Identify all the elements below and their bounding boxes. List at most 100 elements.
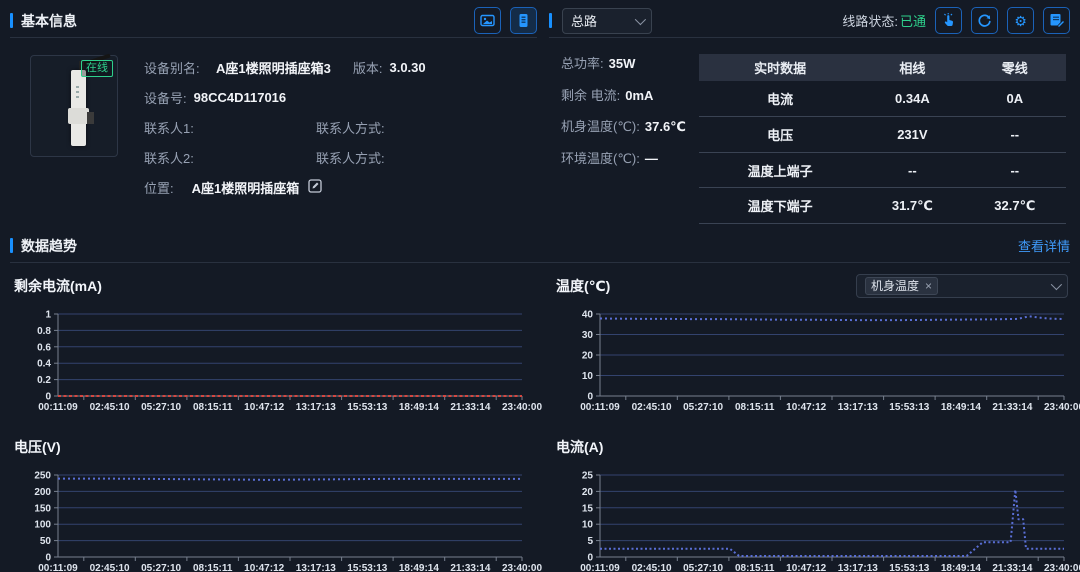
svg-text:23:40:00: 23:40:00 (502, 402, 542, 413)
sn-label: 设备号: (144, 88, 187, 107)
svg-text:0.2: 0.2 (37, 375, 51, 386)
basic-info-header: 基本信息 (10, 4, 537, 38)
svg-text:13:17:13: 13:17:13 (296, 402, 336, 413)
chart-title: 电压(V) (14, 437, 61, 457)
line-selector-dropdown[interactable]: 总路 (562, 8, 652, 34)
chart-title: 剩余电流(mA) (14, 276, 102, 296)
basic-info-title: 基本信息 (21, 11, 77, 31)
svg-text:0.6: 0.6 (37, 342, 51, 353)
location-label: 位置: (144, 178, 174, 197)
svg-text:08:15:11: 08:15:11 (735, 563, 775, 572)
device-image-button[interactable] (474, 7, 501, 34)
svg-text:15:53:13: 15:53:13 (347, 402, 387, 413)
line-data-card: 总路 线路状态: 已通 (549, 4, 1070, 224)
svg-text:0: 0 (45, 392, 51, 403)
metric-residual-current: 剩余 电流:0mA (561, 86, 699, 106)
svg-text:13:17:13: 13:17:13 (838, 402, 878, 413)
line-data-header: 总路 线路状态: 已通 (549, 4, 1070, 38)
sn-value: 98CC4D117016 (194, 90, 287, 105)
svg-text:00:11:09: 00:11:09 (580, 402, 620, 413)
line-metrics: 总功率:35W 剩余 电流:0mA 机身温度(℃):37.6℃ 环境温度(℃):… (561, 54, 699, 224)
svg-text:08:15:11: 08:15:11 (735, 402, 775, 413)
svg-text:200: 200 (34, 487, 51, 498)
line-status-label: 线路状态: (842, 11, 898, 30)
svg-text:02:45:10: 02:45:10 (90, 402, 130, 413)
svg-text:250: 250 (34, 471, 51, 482)
svg-text:05:27:10: 05:27:10 (141, 563, 181, 572)
svg-text:02:45:10: 02:45:10 (632, 402, 672, 413)
svg-text:0: 0 (587, 392, 593, 403)
svg-text:10: 10 (582, 520, 594, 531)
refresh-icon (977, 13, 992, 28)
current-plot: 051015202500:11:0902:45:1005:27:1008:15:… (556, 469, 1072, 572)
svg-text:0: 0 (587, 553, 593, 564)
svg-text:18:49:14: 18:49:14 (941, 402, 981, 413)
line-status-value: 已通 (900, 11, 926, 30)
th-neutral: 零线 (964, 54, 1066, 81)
device-photo: 在线 (30, 55, 118, 157)
contact1-method-label: 联系人方式: (316, 118, 385, 137)
settings-button[interactable]: ⚙ (1007, 7, 1034, 34)
touch-icon (941, 13, 956, 28)
svg-text:10: 10 (582, 371, 594, 382)
table-row: 电流 0.34A 0A (699, 81, 1066, 117)
image-icon (480, 13, 495, 28)
alias-label: 设备别名: (144, 58, 200, 77)
chart-title: 温度(℃) (556, 276, 610, 296)
line-status: 线路状态: 已通 (842, 11, 926, 30)
section-accent-bar (10, 238, 13, 253)
temperature-series-select[interactable]: 机身温度 × (856, 274, 1068, 298)
svg-text:5: 5 (587, 536, 593, 547)
svg-text:0: 0 (45, 553, 51, 564)
device-info-fields: 设备别名: A座1楼照明插座箱3 版本: 3.0.30 设备号: 98CC4D1… (144, 55, 533, 208)
metric-body-temp: 机身温度(℃):37.6℃ (561, 117, 699, 137)
realtime-area: 总功率:35W 剩余 电流:0mA 机身温度(℃):37.6℃ 环境温度(℃):… (549, 38, 1070, 224)
device-detail-page: 基本信息 (0, 0, 1080, 572)
svg-text:10:47:12: 10:47:12 (786, 402, 826, 413)
chevron-down-icon (1051, 279, 1062, 290)
svg-text:23:40:00: 23:40:00 (1044, 563, 1080, 572)
svg-text:18:49:14: 18:49:14 (399, 563, 439, 572)
chart-voltage: 电压(V) 05010015020025000:11:0902:45:1005:… (14, 434, 530, 572)
version-label: 版本: (353, 58, 383, 77)
chart-current: 电流(A) 051015202500:11:0902:45:1005:27:10… (556, 434, 1072, 572)
svg-text:02:45:10: 02:45:10 (632, 563, 672, 572)
edit-location-button[interactable] (308, 179, 322, 196)
section-accent-bar (10, 13, 13, 28)
svg-text:18:49:14: 18:49:14 (941, 563, 981, 572)
svg-text:00:11:09: 00:11:09 (38, 563, 78, 572)
metric-total-power: 总功率:35W (561, 54, 699, 74)
voltage-plot: 05010015020025000:11:0902:45:1005:27:100… (14, 469, 530, 572)
table-header-row: 实时数据 相线 零线 (699, 54, 1066, 81)
gear-icon: ⚙ (1014, 14, 1027, 28)
top-row: 基本信息 (10, 4, 1070, 224)
svg-text:50: 50 (40, 536, 52, 547)
svg-text:21:33:14: 21:33:14 (450, 563, 490, 572)
residual-current-plot: 00.20.40.60.8100:11:0902:45:1005:27:1008… (14, 308, 530, 414)
svg-text:0.8: 0.8 (37, 326, 51, 337)
svg-text:08:15:11: 08:15:11 (193, 563, 233, 572)
chart-residual-current: 剩余电流(mA) 00.20.40.60.8100:11:0902:45:100… (14, 273, 530, 414)
svg-text:15:53:13: 15:53:13 (889, 402, 929, 413)
svg-text:00:11:09: 00:11:09 (580, 563, 620, 572)
svg-text:40: 40 (582, 310, 594, 321)
manual-control-button[interactable] (935, 7, 962, 34)
device-view-button[interactable] (510, 7, 537, 34)
view-details-link[interactable]: 查看详情 (1018, 236, 1070, 255)
selected-series-tag: 机身温度 × (865, 277, 938, 295)
refresh-button[interactable] (971, 7, 998, 34)
online-status-badge: 在线 (81, 60, 113, 77)
remove-tag-icon[interactable]: × (925, 278, 932, 294)
report-button[interactable] (1043, 7, 1070, 34)
svg-text:00:11:09: 00:11:09 (38, 402, 78, 413)
basic-info-card: 基本信息 (10, 4, 537, 224)
device-area: 在线 设备别名: A座1楼照明插座箱3 版本: 3.0.30 设备号: 98CC… (10, 38, 537, 208)
realtime-table: 实时数据 相线 零线 电流 0.34A 0A 电压 23 (699, 54, 1066, 224)
contact1-label: 联系人1: (144, 118, 194, 137)
svg-text:100: 100 (34, 520, 51, 531)
svg-text:13:17:13: 13:17:13 (838, 563, 878, 572)
contact2-method-label: 联系人方式: (316, 148, 385, 167)
svg-text:10:47:12: 10:47:12 (786, 563, 826, 572)
th-phase: 相线 (861, 54, 963, 81)
svg-text:21:33:14: 21:33:14 (992, 402, 1032, 413)
